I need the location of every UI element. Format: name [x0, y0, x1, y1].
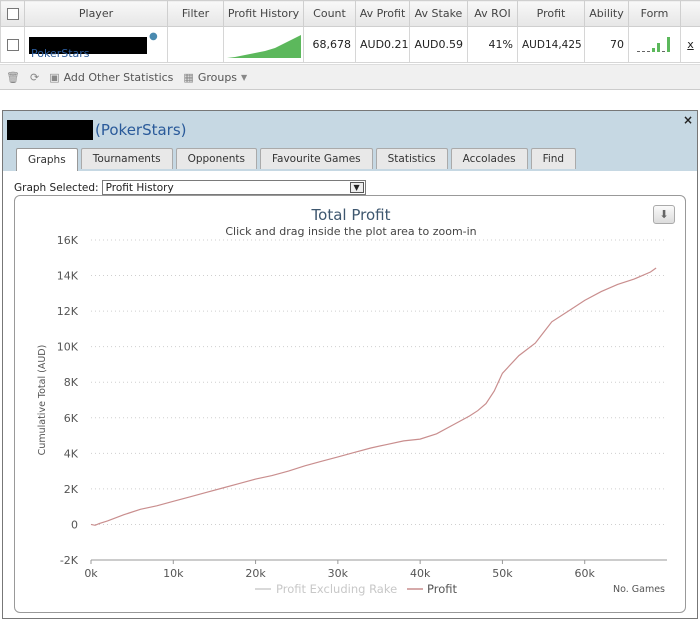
tab-find[interactable]: Find	[531, 148, 577, 169]
refresh-icon[interactable]: ⟳	[30, 71, 39, 84]
y-tick-label: 16K	[57, 234, 79, 247]
y-tick-label: 2K	[64, 483, 79, 496]
profit-cell: AUD14,425	[518, 27, 585, 63]
av-roi-cell: 41%	[468, 27, 518, 63]
table-toolbar: 🗑 ⟳ ▣ Add Other Statistics ▦ Groups ▼	[0, 64, 700, 89]
col-header-profit-history[interactable]: Profit History	[224, 1, 304, 27]
chevron-down-icon: ▼	[241, 73, 247, 82]
x-tick-label: 60k	[575, 567, 596, 580]
tab-tournaments[interactable]: Tournaments	[81, 148, 173, 169]
row-checkbox[interactable]	[7, 39, 19, 51]
chart-title: Total Profit	[311, 206, 391, 224]
graph-select-value: Profit History	[106, 182, 174, 194]
y-tick-label: 0	[71, 518, 78, 531]
tab-statistics[interactable]: Statistics	[376, 148, 448, 169]
row-checkbox-cell[interactable]	[1, 27, 25, 63]
tab-graphs[interactable]: Graphs	[16, 148, 78, 171]
col-header-count[interactable]: Count	[304, 1, 356, 27]
col-header-player[interactable]: Player	[25, 1, 168, 27]
form-cell	[629, 27, 681, 63]
x-tick-label: 0k	[84, 567, 98, 580]
col-header-av-profit[interactable]: Av Profit	[356, 1, 410, 27]
col-header-remove	[681, 1, 700, 27]
y-axis-label: Cumulative Total (AUD)	[37, 345, 48, 456]
select-all-checkbox[interactable]	[7, 8, 19, 20]
col-header-ability[interactable]: Ability	[585, 1, 629, 27]
player-site-link[interactable]: PokerStars	[31, 47, 90, 60]
tab-opponents[interactable]: Opponents	[176, 148, 257, 169]
player-name-redacted	[7, 120, 93, 140]
add-other-statistics-button[interactable]: ▣ Add Other Statistics	[49, 71, 173, 84]
form-bars-icon	[635, 32, 675, 54]
col-header-profit[interactable]: Profit	[518, 1, 585, 27]
y-tick-label: 10K	[57, 341, 79, 354]
x-tick-label: 20k	[245, 567, 266, 580]
legend-item-profit-excluding-rake: Profit Excluding Rake	[276, 582, 397, 596]
player-info-icon[interactable]: ●	[149, 31, 158, 42]
col-header-av-stake[interactable]: Av Stake	[410, 1, 468, 27]
select-all-header[interactable]	[1, 1, 25, 27]
groups-icon: ▦	[183, 71, 193, 84]
download-icon[interactable]: ⬇	[653, 205, 675, 224]
filter-cell[interactable]	[168, 27, 224, 63]
players-table: Player Filter Profit History Count Av Pr…	[0, 0, 700, 63]
profit-history-sparkline	[225, 30, 303, 60]
remove-player-link[interactable]: x	[681, 27, 700, 63]
panel-site-label: (PokerStars)	[95, 121, 187, 139]
close-icon[interactable]: ×	[683, 113, 693, 127]
y-tick-label: -2K	[60, 554, 79, 567]
player-cell[interactable]: ● PokerStars	[25, 27, 168, 63]
chart-frame[interactable]: Total ProfitClick and drag inside the pl…	[14, 195, 686, 613]
groups-label: Groups	[198, 71, 237, 84]
panel-title: (PokerStars)	[7, 120, 187, 140]
ability-cell: 70	[585, 27, 629, 63]
tab-accolades[interactable]: Accolades	[451, 148, 528, 169]
player-panel: (PokerStars) × Graphs Tournaments Oppone…	[2, 110, 698, 619]
tab-favourite-games[interactable]: Favourite Games	[260, 148, 373, 169]
profit-chart[interactable]: Total ProfitClick and drag inside the pl…	[15, 196, 687, 614]
x-tick-label: 50k	[492, 567, 513, 580]
av-profit-cell: AUD0.21	[356, 27, 410, 63]
y-tick-label: 8K	[64, 376, 79, 389]
table-row[interactable]: ● PokerStars 68,678 AUD0.21 AUD0.59 41% …	[1, 27, 700, 63]
graph-select[interactable]: Profit History ▼	[102, 180, 366, 195]
y-tick-label: 4K	[64, 447, 79, 460]
col-header-av-roi[interactable]: Av ROI	[468, 1, 518, 27]
y-tick-label: 12K	[57, 305, 79, 318]
players-table-area: Player Filter Profit History Count Av Pr…	[0, 0, 700, 90]
col-header-form[interactable]: Form	[629, 1, 681, 27]
graph-selected-label: Graph Selected:	[14, 182, 99, 194]
x-tick-label: 10k	[163, 567, 184, 580]
add-other-statistics-label: Add Other Statistics	[64, 71, 174, 84]
profit-history-cell	[224, 27, 304, 63]
table-header-row: Player Filter Profit History Count Av Pr…	[1, 1, 700, 27]
panel-tabs: Graphs Tournaments Opponents Favourite G…	[16, 148, 576, 171]
x-tick-label: 30k	[328, 567, 349, 580]
av-stake-cell: AUD0.59	[410, 27, 468, 63]
col-header-filter[interactable]: Filter	[168, 1, 224, 27]
trash-icon[interactable]: 🗑	[6, 71, 20, 84]
chevron-down-icon[interactable]: ▼	[350, 182, 364, 193]
x-axis-label: No. Games	[613, 584, 665, 595]
x-tick-label: 40k	[410, 567, 431, 580]
series-line-profit	[91, 268, 656, 525]
graph-select-row: Graph Selected: Profit History ▼	[14, 180, 366, 195]
legend-item-profit: Profit	[427, 582, 457, 596]
count-cell: 68,678	[304, 27, 356, 63]
panel-header: (PokerStars) × Graphs Tournaments Oppone…	[3, 111, 697, 171]
y-tick-label: 6K	[64, 412, 79, 425]
groups-dropdown[interactable]: ▦ Groups ▼	[183, 71, 247, 84]
y-tick-label: 14K	[57, 270, 79, 283]
chart-subtitle: Click and drag inside the plot area to z…	[225, 225, 476, 238]
add-stats-icon: ▣	[49, 71, 59, 84]
